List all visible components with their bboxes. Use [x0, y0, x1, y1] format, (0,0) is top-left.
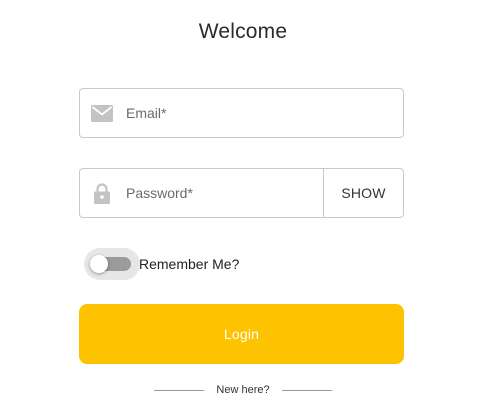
toggle-knob	[90, 255, 108, 273]
remember-me: Remember Me?	[84, 248, 240, 280]
new-here-text: New here?	[216, 384, 270, 396]
divider-line-right	[281, 389, 332, 391]
new-here-divider: New here?	[0, 380, 486, 400]
mail-icon	[80, 89, 124, 137]
divider-line-left	[154, 389, 205, 391]
login-button[interactable]: Login	[79, 304, 404, 364]
password-input[interactable]	[124, 169, 323, 217]
remember-me-label: Remember Me?	[139, 256, 240, 272]
remember-me-toggle[interactable]	[84, 248, 140, 280]
page-title: Welcome	[198, 20, 288, 43]
email-field[interactable]	[79, 88, 404, 138]
email-input[interactable]	[124, 89, 403, 137]
lock-icon	[80, 169, 124, 217]
show-password-button[interactable]: SHOW	[323, 169, 403, 217]
password-field[interactable]: SHOW	[79, 168, 404, 218]
